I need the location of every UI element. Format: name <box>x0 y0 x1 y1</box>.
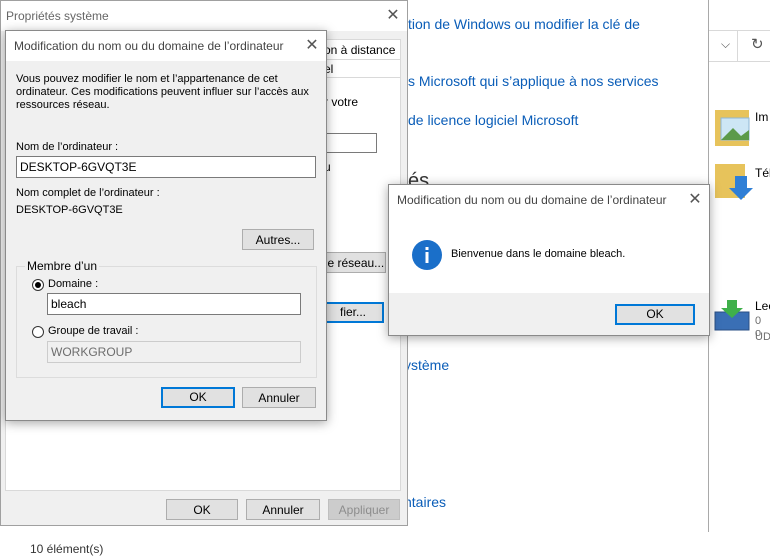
workgroup-input[interactable]: WORKGROUP <box>47 341 301 363</box>
text-fragment: r votre <box>324 95 359 109</box>
close-icon[interactable]: ✕ <box>381 4 405 28</box>
close-icon[interactable]: ✕ <box>683 188 707 212</box>
microsoft-services-link[interactable]: s Microsoft qui s’applique à nos service… <box>408 73 659 89</box>
window-title: Propriétés système <box>6 9 109 23</box>
explorer-item-label: Lec <box>755 299 770 313</box>
item-count: 10 élément(s) <box>30 542 104 556</box>
welcome-message: Bienvenue dans le domaine bleach. <box>451 248 626 260</box>
tab-hardware[interactable]: el <box>319 59 401 79</box>
change-button[interactable]: fier... <box>324 302 384 323</box>
workgroup-radio[interactable] <box>32 326 44 338</box>
workgroup-label: Groupe de travail : <box>48 325 139 337</box>
cancel-button[interactable]: Annuler <box>246 499 320 520</box>
system-properties-titlebar: Propriétés système ✕ <box>1 1 407 31</box>
full-name-value: DESKTOP-6GVQT3E <box>16 204 123 216</box>
rename-dialog-titlebar: Modification du nom ou du domaine de l’o… <box>6 31 326 61</box>
member-of-label: Membre d’un <box>25 259 100 273</box>
more-button[interactable]: Autres... <box>242 229 314 250</box>
close-icon[interactable]: ✕ <box>300 34 324 58</box>
chevron-down-icon[interactable]: ⌵ <box>721 37 730 52</box>
message-area: Bienvenue dans le domaine bleach. <box>389 216 709 293</box>
domain-radio[interactable] <box>32 279 44 291</box>
download-folder-icon[interactable] <box>711 160 753 204</box>
domain-input[interactable]: bleach <box>47 293 301 315</box>
ok-button[interactable]: OK <box>161 387 235 408</box>
license-terms-link[interactable]: de licence logiciel Microsoft <box>408 112 578 128</box>
rename-dialog: Modification du nom ou du domaine de l’o… <box>5 30 327 421</box>
explorer-item-detail: UD <box>755 331 770 343</box>
explorer-toolbar: ⌵ ↻ <box>709 30 770 62</box>
explorer-item-label: Im <box>755 110 769 124</box>
tab-remote[interactable]: on à distance <box>319 39 401 60</box>
computer-name-label: Nom de l’ordinateur : <box>16 141 119 153</box>
refresh-icon[interactable]: ↻ <box>751 35 764 53</box>
welcome-dialog: Modification du nom ou du domaine de l’o… <box>388 184 710 336</box>
dvd-drive-icon[interactable] <box>711 298 753 334</box>
tab-label: on à distance <box>324 43 396 57</box>
domain-label: Domaine : <box>48 278 99 290</box>
ok-button[interactable]: OK <box>615 304 695 325</box>
full-name-label: Nom complet de l’ordinateur : <box>16 187 160 199</box>
dialog-description: Vous pouvez modifier le nom et l’apparte… <box>16 73 309 111</box>
cancel-button[interactable]: Annuler <box>242 387 316 408</box>
ok-button[interactable]: OK <box>166 499 238 520</box>
explorer-item-label: Tél <box>755 166 770 180</box>
dialog-title: Modification du nom ou du domaine de l’o… <box>14 39 284 53</box>
welcome-dialog-titlebar: Modification du nom ou du domaine de l’o… <box>389 185 709 216</box>
explorer-window-edge: ⌵ ↻ Im Tél Lec 0 o UD <box>709 0 770 557</box>
status-bar: 10 élément(s) <box>0 532 709 557</box>
activation-link[interactable]: tion de Windows ou modifier la clé de <box>408 16 640 32</box>
picture-folder-icon[interactable] <box>711 104 753 148</box>
comments-link[interactable]: ntaires <box>404 494 446 510</box>
computer-name-input[interactable]: DESKTOP-6GVQT3E <box>16 156 316 178</box>
apply-button[interactable]: Appliquer <box>328 499 400 520</box>
description-field[interactable] <box>324 133 377 153</box>
network-id-button[interactable]: le réseau... <box>324 252 386 273</box>
dialog-title: Modification du nom ou du domaine de l’o… <box>397 193 667 207</box>
info-icon <box>412 240 442 270</box>
system-link[interactable]: ystème <box>404 357 449 373</box>
divider <box>737 31 738 61</box>
